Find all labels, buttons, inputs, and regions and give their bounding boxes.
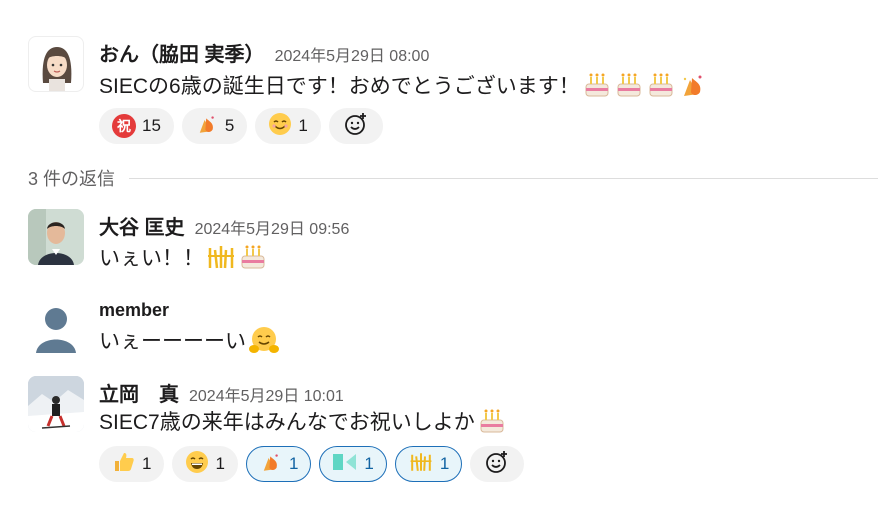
timestamp[interactable]: 2024年5月29日 10:01 [189,382,344,406]
fire-party-icon [195,112,219,141]
thumbs-up-icon [112,450,136,479]
divider-line [129,177,878,179]
fire-party-icon [678,70,708,100]
avatar-otani[interactable] [28,209,84,265]
replies-count[interactable]: 3 件の返信 [28,165,115,191]
reaction-smile[interactable]: 1 [255,108,321,144]
iwai-icon: 祝 [112,114,136,138]
add-emoji-icon [484,449,510,480]
reactions-bar: 祝 15 5 1 [99,108,383,144]
message-text-content: いぇーーーーい [99,330,246,353]
message-text-content: SIECの6歳の誕生日です！おめでとうございます！ [99,75,580,98]
avatar-tateoka[interactable] [28,376,84,432]
cake-icon [477,406,507,436]
replies-divider: 3 件の返信 [28,165,878,191]
cake-icon [646,70,676,100]
add-reaction-button[interactable] [470,446,525,482]
add-emoji-icon [343,111,369,142]
reaction-sparkle-dance[interactable]: 1 [394,446,463,482]
message-text: SIECの6歳の誕生日です！おめでとうございます！ [99,70,708,100]
reaction-count: 5 [224,116,235,135]
reaction-grin[interactable]: 1 [172,446,238,482]
message-text-content: いぇい！！ [99,247,204,270]
fire-party-icon [259,450,283,479]
cake-icon [614,70,644,100]
message-text: SIEC7歳の来年はみんなでお祝いしよか [99,406,507,436]
message-text: いぇーーーーい [99,325,279,355]
reaction-count: 1 [439,454,450,473]
reaction-iwai[interactable]: 祝 15 [99,108,174,144]
reaction-fire-party[interactable]: 1 [245,446,312,482]
reaction-count: 1 [142,454,152,473]
timestamp[interactable]: 2024年5月29日 08:00 [275,42,430,66]
sparkle-dance-icon [206,242,236,272]
reaction-count: 1 [288,454,299,473]
message-text: いぇい！！ [99,242,268,272]
author-name[interactable]: おん（脇田 実季） [99,38,265,67]
grin-icon [185,450,209,479]
avatar-on[interactable] [28,36,84,92]
smile-icon [268,112,292,141]
cake-icon [238,242,268,272]
message-text-content: SIEC7歳の来年はみんなでお祝いしよか [99,411,475,434]
avatar-member[interactable] [28,297,84,353]
reaction-fire-party[interactable]: 5 [181,108,248,144]
reaction-count: 1 [364,454,374,473]
timestamp[interactable]: 2024年5月29日 09:56 [195,215,350,239]
author-name[interactable]: member [99,300,169,321]
hugging-face-icon [248,325,279,355]
author-name[interactable]: 大谷 匡史 [99,211,185,240]
custom-emoji-icon [332,450,358,479]
reaction-count: 15 [142,116,161,135]
add-reaction-button[interactable] [328,108,383,144]
cake-icon [582,70,612,100]
reactions-bar: 1 1 1 1 1 [99,446,525,482]
sparkle-dance-icon [408,450,434,479]
author-name[interactable]: 立岡 真 [99,378,179,407]
reaction-custom[interactable]: 1 [319,446,387,482]
reaction-count: 1 [298,116,308,135]
reaction-count: 1 [215,454,225,473]
reaction-thumbs-up[interactable]: 1 [99,446,165,482]
